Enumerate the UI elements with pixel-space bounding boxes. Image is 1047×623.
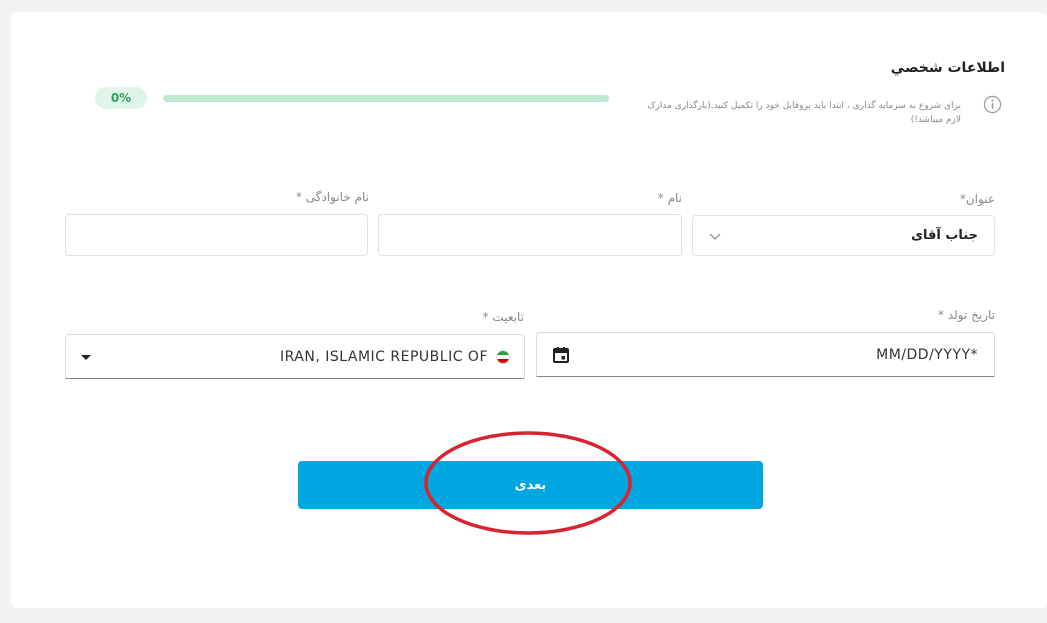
info-icon[interactable] (983, 95, 1002, 114)
progress-bar (163, 95, 609, 102)
title-value: جناب آقای (911, 228, 978, 243)
iran-flag-icon (496, 349, 510, 364)
first-name-input[interactable] (379, 215, 681, 255)
title-label: عنوان* (959, 192, 995, 206)
title-select[interactable]: جناب آقای (692, 215, 995, 256)
last-name-input[interactable] (66, 215, 367, 255)
last-name-field[interactable] (65, 214, 368, 256)
chevron-down-icon (709, 233, 721, 240)
birth-date-placeholder: MM/DD/YYYY* (876, 346, 978, 363)
first-name-label: نام * (657, 191, 682, 205)
profile-notice: برای شروع به سرمایه گذاری ، ابتدا باید پ… (647, 101, 961, 125)
next-button[interactable]: بعدی (298, 461, 763, 509)
first-name-field[interactable] (378, 214, 682, 256)
personal-info-card: اطلاعات شخصي برای شروع به سرمایه گذاری ،… (11, 12, 1047, 608)
nationality-value-group: IRAN, ISLAMIC REPUBLIC OF (280, 349, 510, 365)
birth-date-label: تاریخ تولد * (938, 308, 995, 322)
nationality-select[interactable]: IRAN, ISLAMIC REPUBLIC OF (65, 334, 525, 379)
nationality-value: IRAN, ISLAMIC REPUBLIC OF (280, 348, 488, 365)
section-title: اطلاعات شخصي (890, 60, 1005, 76)
progress-track-fill (163, 95, 609, 102)
birth-date-field[interactable]: MM/DD/YYYY* (536, 332, 995, 377)
calendar-icon[interactable] (551, 345, 571, 365)
caret-down-icon[interactable] (80, 351, 92, 363)
last-name-label: نام خانوادگی * (295, 190, 369, 204)
nationality-label: تابعیت * (482, 310, 524, 324)
progress-badge: 0% (95, 87, 147, 109)
